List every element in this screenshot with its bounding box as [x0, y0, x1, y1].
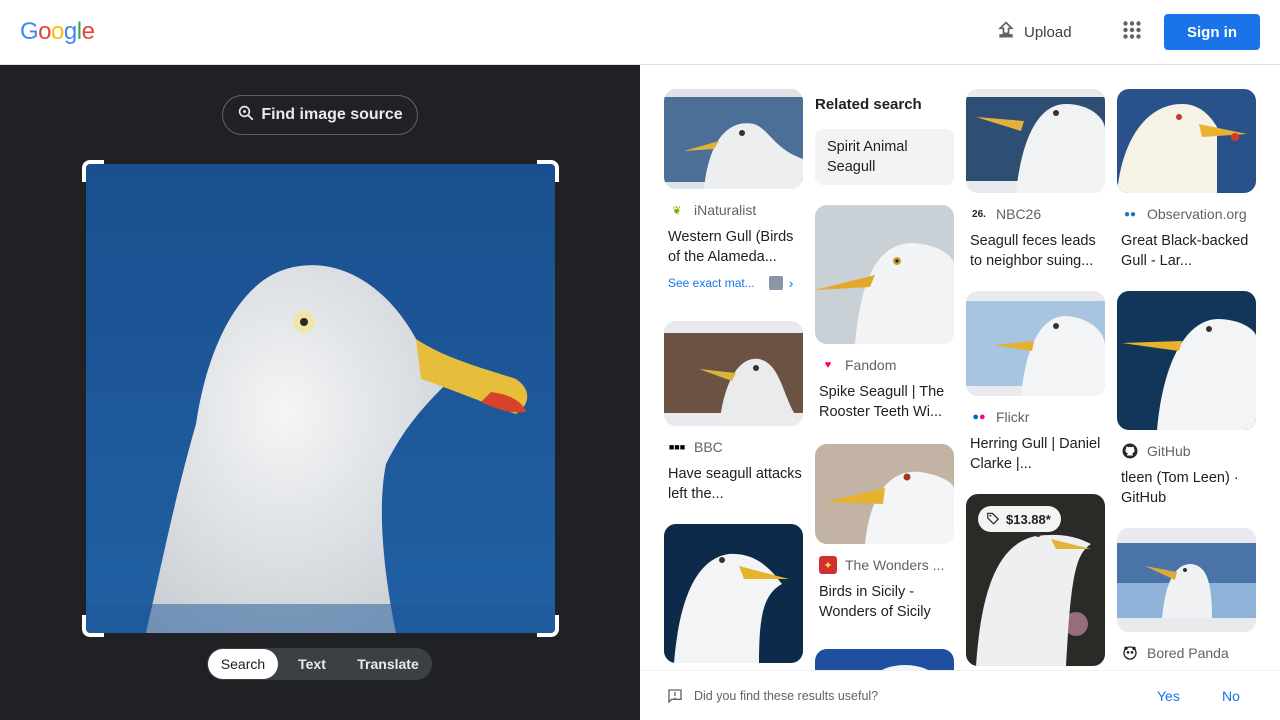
result-title[interactable]: Seagull feces leads to neighbor suing... [966, 231, 1105, 271]
feedback-no-button[interactable]: No [1222, 688, 1240, 704]
seagull-photo [86, 164, 555, 633]
see-exact-matches-link[interactable]: See exact mat... › [664, 275, 803, 291]
result-thumbnail[interactable] [1117, 291, 1256, 430]
github-icon [1121, 442, 1139, 460]
boredpanda-icon [1121, 644, 1139, 662]
logo-letter: o [51, 18, 64, 45]
result-card[interactable]: GitHub tleen (Tom Leen) · GitHub [1117, 291, 1256, 508]
result-title[interactable]: Herring Gull | Daniel Clarke |... [966, 434, 1105, 474]
related-search-heading: Related search [815, 96, 922, 113]
nbc26-icon: 26. [972, 208, 986, 220]
result-title[interactable]: Spike Seagull | The Rooster Teeth Wi... [815, 382, 954, 422]
selected-image-crop[interactable] [86, 164, 555, 633]
feedback-yes-button[interactable]: Yes [1157, 688, 1180, 704]
feedback-icon [667, 688, 683, 709]
logo-letter: G [20, 18, 39, 45]
result-thumbnail[interactable] [664, 321, 803, 426]
find-image-source-label: Find image source [261, 106, 403, 123]
result-thumbnail[interactable]: $13.88* [966, 494, 1105, 666]
google-logo[interactable]: Google [20, 18, 95, 46]
top-bar: Google Upload Sign in [0, 0, 1280, 65]
observation-icon: ●● [1123, 208, 1137, 220]
result-card[interactable]: ✦ The Wonders ... Birds in Sicily - Wond… [815, 444, 954, 622]
feedback-bar: Did you find these results useful? Yes N… [640, 670, 1280, 720]
related-search-chip[interactable]: Spirit Animal Seagull [815, 129, 954, 185]
result-title[interactable]: Western Gull (Birds of the Alameda... [664, 227, 803, 267]
feedback-question: Did you find these results useful? [694, 688, 879, 703]
chevron-right-icon: › [788, 275, 794, 291]
tab-search[interactable]: Search [208, 649, 278, 679]
result-source: Bored Panda [1117, 644, 1256, 662]
result-title[interactable]: Have seagull attacks left the... [664, 464, 803, 504]
image-preview-panel: Find image source Search Text Translate [0, 65, 640, 720]
upload-label: Upload [1024, 23, 1072, 41]
logo-letter: o [38, 18, 52, 45]
result-thumbnail[interactable] [1117, 89, 1256, 193]
logo-letter: g [63, 18, 77, 45]
result-thumbnail[interactable] [966, 291, 1105, 396]
result-source: ♥ Fandom [815, 356, 954, 374]
upload-icon [996, 20, 1016, 44]
tab-text[interactable]: Text [278, 649, 346, 679]
sign-in-button[interactable]: Sign in [1164, 14, 1260, 50]
result-thumbnail[interactable] [815, 444, 954, 544]
result-card[interactable]: $13.88* [966, 494, 1105, 666]
result-source: GitHub [1117, 442, 1256, 460]
result-card[interactable]: ♥ Fandom Spike Seagull | The Rooster Tee… [815, 205, 954, 422]
result-source: ●● Observation.org [1117, 205, 1256, 223]
result-card[interactable]: ■■■ BBC Have seagull attacks left the... [664, 321, 803, 504]
tag-icon [986, 511, 1000, 528]
logo-letter: e [81, 18, 95, 45]
wonders-icon: ✦ [819, 556, 837, 574]
lens-search-icon [237, 104, 255, 127]
result-card[interactable]: Bored Panda [1117, 528, 1256, 662]
crop-handle-top-left[interactable] [82, 160, 104, 182]
result-source: ✦ The Wonders ... [815, 556, 954, 574]
inaturalist-icon: ❦ [672, 204, 682, 217]
crop-handle-bottom-right[interactable] [537, 615, 559, 637]
exact-match-thumb-icon [768, 276, 783, 290]
result-source: ● ● Flickr [966, 408, 1105, 426]
google-apps-button[interactable] [1116, 16, 1148, 48]
result-thumbnail[interactable] [664, 89, 803, 189]
find-image-source-button[interactable]: Find image source [222, 95, 418, 135]
result-title[interactable]: tleen (Tom Leen) · GitHub [1117, 468, 1256, 508]
result-thumbnail[interactable] [1117, 528, 1256, 632]
flickr-icon: ● ● [972, 411, 986, 423]
visual-matches-panel: ❦ iNaturalist Western Gull (Birds of the… [640, 65, 1280, 670]
upload-button[interactable]: Upload [988, 16, 1080, 48]
result-card[interactable]: ❦ iNaturalist Western Gull (Birds of the… [664, 89, 803, 291]
result-thumbnail[interactable] [966, 89, 1105, 193]
result-card[interactable]: ●● Observation.org Great Black-backed Gu… [1117, 89, 1256, 271]
result-title[interactable]: Great Black-backed Gull - Lar... [1117, 231, 1256, 271]
result-source: ❦ iNaturalist [664, 201, 803, 219]
result-thumbnail[interactable] [664, 524, 803, 663]
result-thumbnail[interactable] [815, 205, 954, 344]
result-card[interactable] [664, 524, 803, 663]
search-mode-tabs: Search Text Translate [207, 648, 432, 680]
result-title[interactable]: Birds in Sicily - Wonders of Sicily [815, 582, 954, 622]
result-card[interactable]: 26. NBC26 Seagull feces leads to neighbo… [966, 89, 1105, 271]
tab-translate[interactable]: Translate [346, 649, 430, 679]
result-source: 26. NBC26 [966, 205, 1105, 223]
result-thumbnail[interactable] [815, 649, 954, 670]
fandom-icon: ♥ [824, 359, 832, 371]
apps-grid-icon [1123, 20, 1141, 44]
crop-handle-top-right[interactable] [537, 160, 559, 182]
crop-handle-bottom-left[interactable] [82, 615, 104, 637]
result-card[interactable] [815, 649, 954, 670]
result-source: ■■■ BBC [668, 439, 723, 455]
price-badge: $13.88* [978, 506, 1061, 532]
bbc-icon: ■■■ [668, 442, 686, 452]
result-card[interactable]: ● ● Flickr Herring Gull | Daniel Clarke |… [966, 291, 1105, 474]
